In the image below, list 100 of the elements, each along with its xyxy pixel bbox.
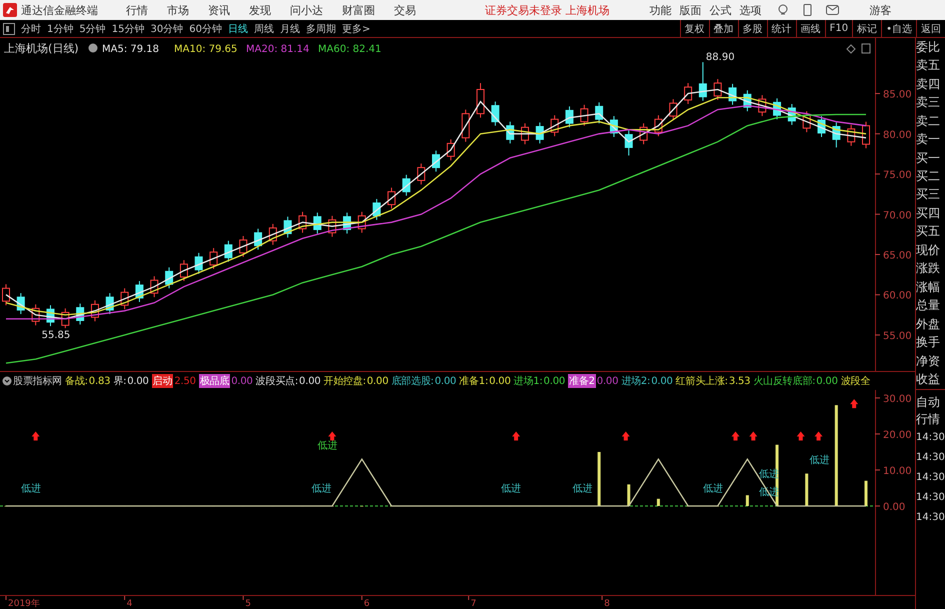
menu-item[interactable]: 功能	[650, 2, 672, 18]
signal-label: 低进	[20, 484, 41, 495]
candlestick	[506, 121, 514, 144]
candlestick	[135, 280, 144, 302]
candlestick	[106, 292, 114, 315]
candlestick	[610, 116, 618, 138]
trade-time: 14:30	[916, 511, 945, 525]
candlestick	[446, 138, 455, 161]
signal-label: 低进	[311, 484, 332, 495]
menu-item[interactable]: 发现	[249, 2, 271, 18]
menu-item[interactable]: 财富圈	[342, 2, 375, 18]
quote-field-label: 卖一	[916, 131, 941, 148]
menu-item[interactable]: 版面	[680, 2, 702, 18]
menu-item[interactable]: 公式	[710, 2, 732, 18]
candlestick	[773, 98, 782, 120]
candlestick	[640, 122, 648, 145]
user-label[interactable]: 游客	[870, 2, 892, 18]
indicator-value: 0.00	[544, 376, 566, 386]
period-tab[interactable]: 60分钟	[189, 22, 222, 36]
indicator-label: 进场1:	[514, 374, 543, 388]
dropdown-icon[interactable]	[2, 376, 12, 386]
candlestick	[298, 211, 307, 234]
indicator-label: 开始控盘:	[324, 375, 366, 388]
candlestick	[268, 223, 277, 246]
axis-label: 70.00	[883, 210, 912, 222]
price-annotation: 88.90	[706, 52, 735, 64]
quote-field-label: 卖四	[916, 76, 941, 93]
candlestick	[758, 94, 766, 117]
period-tab[interactable]: 日线	[228, 22, 248, 36]
mail-icon[interactable]	[826, 5, 838, 15]
dropdown-icon[interactable]	[88, 44, 98, 52]
indicator-label: 火山反转底部:	[753, 374, 816, 388]
indicator-label: 底部选股:	[391, 374, 434, 388]
menu-item[interactable]: 选项	[740, 2, 762, 18]
indicator-label: 准备2	[568, 374, 596, 388]
candlestick	[150, 276, 158, 298]
candlestick	[476, 82, 484, 118]
indicator-value: 3.53	[728, 376, 750, 386]
candlestick	[180, 260, 188, 282]
candlestick	[417, 163, 426, 185]
date-axis-label: 7	[470, 599, 476, 609]
indicator-label: 备战:	[65, 374, 88, 388]
quote-field-label: 卖二	[916, 112, 941, 130]
indicator-value: 0.00	[231, 376, 253, 386]
period-tab[interactable]: 30分钟	[150, 22, 184, 36]
price-annotation: 55.85	[42, 330, 70, 342]
trade-time: 14:30	[916, 431, 945, 445]
candlestick	[565, 106, 574, 128]
indicator-name: 股票指标网	[13, 374, 62, 388]
side-tab-label[interactable]: 行情	[916, 411, 945, 428]
candlestick	[358, 211, 366, 234]
candlestick	[90, 300, 99, 322]
quote-field-label: 现价	[916, 242, 941, 259]
axis-label: 55.00	[883, 330, 912, 342]
up-arrow-icon	[622, 432, 630, 441]
period-tab[interactable]: 更多>	[342, 22, 370, 36]
quote-field-label: 买一	[916, 150, 941, 167]
period-tab[interactable]: 月线	[280, 22, 300, 36]
indicator-value: 0.00	[366, 376, 388, 386]
phone-icon[interactable]	[802, 4, 812, 16]
ma-legend: MA5: 79.18	[102, 44, 160, 55]
axis-label: 80.00	[883, 130, 912, 141]
date-axis-label: 4	[126, 599, 132, 609]
axis-label: 65.00	[883, 250, 912, 262]
signal-label: 低进	[702, 484, 723, 495]
date-axis-label: 8	[604, 599, 610, 609]
side-tab-label[interactable]: 自动	[916, 394, 945, 411]
period-tab[interactable]: 多周期	[306, 22, 336, 36]
trade-time: 14:30	[916, 471, 945, 485]
menu-item[interactable]: 问小达	[290, 2, 323, 18]
axis-label: 30.00	[883, 394, 912, 405]
candlestick	[120, 288, 129, 310]
quote-field-label: 买五	[916, 223, 941, 240]
quote-field-label: 净资	[916, 352, 941, 370]
candlestick	[16, 292, 25, 315]
candlestick	[462, 109, 470, 142]
candlestick	[743, 90, 752, 112]
menu-item[interactable]: 行情	[126, 2, 148, 18]
period-tab[interactable]: 周线	[254, 22, 274, 36]
quote-field-label: 涨幅	[916, 278, 941, 296]
axis-label: 60.00	[883, 290, 912, 302]
period-tab[interactable]: 分时	[21, 22, 41, 36]
panel-toggle-icon[interactable]	[3, 22, 15, 34]
indicator-label: 红箭头上涨:	[676, 374, 728, 388]
period-tab[interactable]: 15分钟	[112, 22, 144, 36]
candlestick	[862, 121, 870, 149]
indicator-value: 0.00	[489, 376, 511, 386]
date-axis-label: 2019年	[8, 599, 40, 609]
bulb-icon[interactable]	[776, 4, 788, 16]
menu-item[interactable]: 交易	[394, 2, 416, 18]
candlestick	[328, 215, 336, 238]
quote-field-label: 收益	[916, 371, 941, 388]
menu-item[interactable]: 市场	[167, 2, 189, 18]
window-icon[interactable]	[862, 44, 870, 54]
ma-legend: MA60: 82.41	[318, 44, 382, 55]
menu-item[interactable]: 资讯	[208, 2, 230, 18]
period-tab[interactable]: 5分钟	[79, 22, 106, 36]
diamond-icon[interactable]	[846, 44, 856, 54]
period-tab[interactable]: 1分钟	[47, 22, 74, 36]
app-name: 通达信金融终端	[21, 2, 98, 18]
